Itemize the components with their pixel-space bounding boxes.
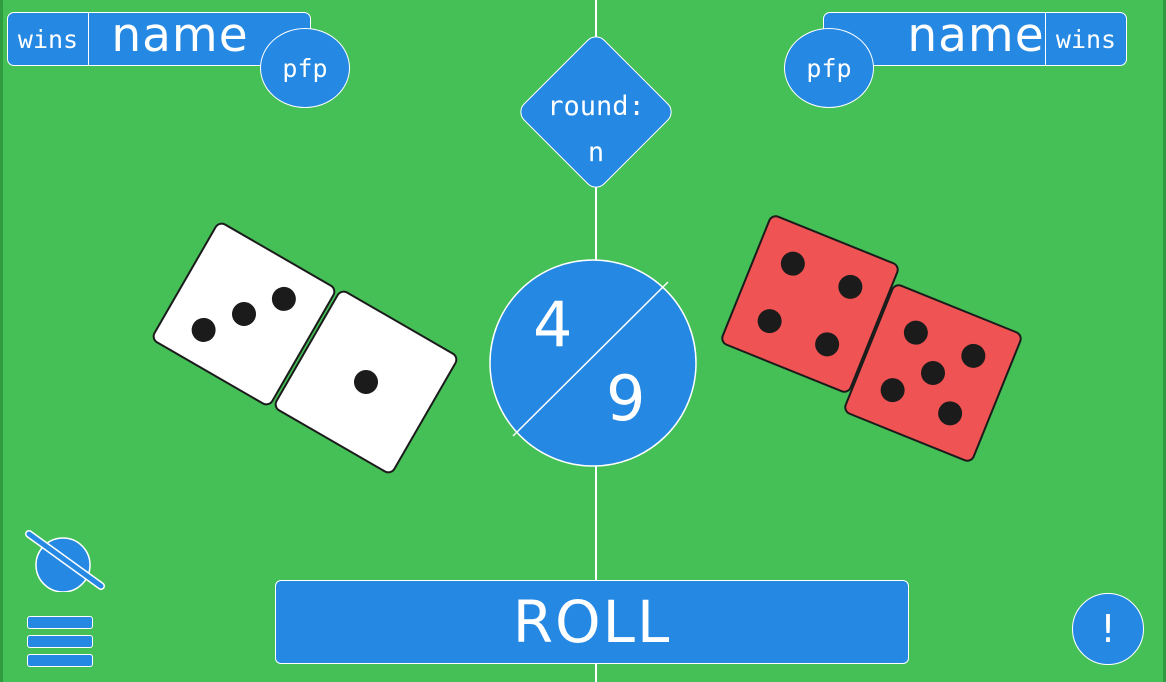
die-pip [227, 297, 261, 331]
left-wins-label: wins [8, 13, 89, 65]
die-pip [187, 313, 221, 346]
score-display: 4 9 [488, 258, 698, 468]
left-profile-picture[interactable]: pfp [260, 28, 350, 108]
hamburger-menu-icon[interactable] [27, 616, 93, 668]
die-pip [917, 357, 949, 389]
left-player-name: name [111, 7, 249, 63]
die-pip [876, 374, 908, 406]
die-pip [934, 398, 966, 430]
round-text: round: n [531, 84, 661, 176]
muted-circle-icon[interactable] [21, 530, 105, 592]
die-pip [835, 271, 867, 303]
alert-button[interactable]: ! [1072, 593, 1144, 665]
die-pip [811, 329, 843, 361]
round-label: round: [547, 91, 645, 122]
game-table: wins name pfp name wins pfp round: n 4 9… [0, 0, 1166, 682]
right-player-name: name [907, 7, 1045, 63]
die-pip [777, 247, 809, 279]
menu-bar [27, 616, 93, 629]
score-circle [489, 259, 697, 467]
roll-button[interactable]: ROLL [275, 580, 909, 664]
right-profile-picture[interactable]: pfp [784, 28, 874, 108]
right-wins-label: wins [1045, 13, 1126, 65]
die-pip [900, 316, 932, 348]
die-pip [958, 340, 990, 372]
round-value: n [587, 137, 605, 168]
die-pip [753, 305, 785, 337]
score-top: 4 [533, 288, 573, 361]
menu-bar [27, 635, 93, 648]
menu-bar [27, 654, 93, 667]
die-pip [267, 281, 301, 315]
die-pip [349, 365, 383, 399]
score-bottom: 9 [606, 362, 646, 435]
